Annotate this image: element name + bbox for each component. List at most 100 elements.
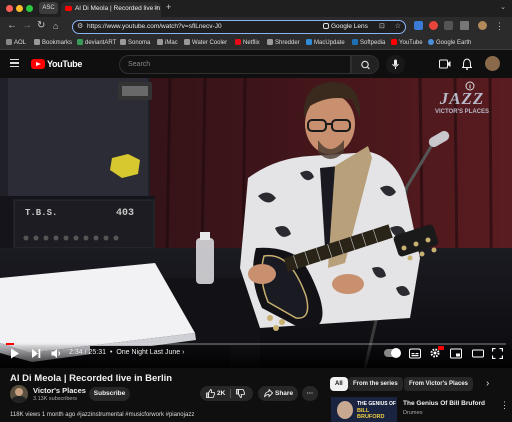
folder-icon [267,39,273,45]
youtube-icon [391,39,397,45]
chip-from-victors-places[interactable]: From Victor's Places [404,377,474,391]
chips-next-chevron-icon[interactable]: › [486,377,489,391]
youtube-favicon-icon [65,6,72,11]
play-icon[interactable] [10,348,20,359]
sidebar-icon[interactable] [460,21,469,30]
extensions-puzzle-icon[interactable] [444,21,453,30]
voice-search-button[interactable] [386,55,405,74]
like-count[interactable]: 2K [217,386,225,401]
extension-blue-icon[interactable] [414,21,423,30]
bookmark-deviantart[interactable]: deviantART [77,38,116,48]
thumb-face [337,401,353,419]
chapter-chevron-icon[interactable]: › [182,349,184,356]
new-tab-icon[interactable]: + [166,2,171,12]
chip-all[interactable]: All [330,377,348,391]
tab-asc[interactable]: ASC [39,2,58,14]
aol-icon [6,39,12,45]
subscriber-count: 3.13K subscribers [33,396,78,402]
hd-badge [438,346,444,350]
chip-from-series[interactable]: From the series [348,377,403,391]
share-button[interactable]: Share [258,386,298,401]
site-info-icon[interactable]: ⚙ [77,21,83,32]
bookmark-aol[interactable]: AOL [6,38,26,48]
url-text[interactable]: https://www.youtube.com/watch?v=sflLnecv… [87,21,222,32]
browser-menu-icon[interactable]: ⋮ [495,19,504,33]
create-video-icon[interactable] [439,59,451,69]
bookmark-sonoma[interactable]: Sonoma [120,38,150,48]
video-player[interactable]: JAZZ VICTOR'S PLACES T.B.S. 403 [0,78,512,368]
browser-chrome: ASC Al Di Meola | Recorded live in × + ⌄… [0,0,512,50]
bookmark-google-earth[interactable]: Google Earth [428,38,471,48]
channel-avatar[interactable] [10,385,28,403]
zoom-window-icon[interactable] [26,5,33,12]
reload-icon[interactable]: ↻ [37,19,45,33]
bookmark-water-cooler[interactable]: Water Cooler [184,38,227,48]
channel-name[interactable]: Victor's Places [33,386,86,395]
recommended-more-icon[interactable]: ⋮ [500,400,509,410]
like-dislike-group: 2K [200,386,253,401]
close-tab-icon[interactable]: × [154,2,158,15]
recommended-video-thumbnail[interactable]: THE GENIUS OF BILL BRUFORD [331,397,397,422]
bookmark-imac[interactable]: iMac [157,38,178,48]
recommended-video-title[interactable]: The Genius Of Bill Bruford [403,400,485,407]
video-title: Al Di Meola | Recorded live in Berlin [10,373,173,384]
minimize-window-icon[interactable] [16,5,23,12]
volume-icon[interactable] [51,348,62,359]
bookmark-netflix[interactable]: Netflix [235,38,260,48]
install-app-icon[interactable]: ⊡ [379,21,385,32]
like-thumb-icon[interactable] [206,389,215,398]
close-window-icon[interactable] [6,5,13,12]
home-icon[interactable]: ⌂ [53,19,58,33]
subscribe-button[interactable]: Subscribe [89,387,130,401]
avatar-body [12,396,26,403]
bookmark-softpedia[interactable]: Softpedia [352,38,385,48]
more-actions-button[interactable]: ··· [302,386,318,401]
netflix-icon [235,39,241,45]
bookmarks-bar: AOL Bookmarks deviantART Sonoma iMac Wat… [0,36,512,50]
amp-label: T.B.S. [25,208,58,218]
google-earth-icon [428,39,434,45]
google-lens-button[interactable]: Google Lens [323,21,368,32]
watermark-jazz: JAZZ [439,89,485,108]
search-icon [361,60,370,70]
address-bar[interactable]: ⚙ https://www.youtube.com/watch?v=sflLne… [72,20,406,34]
tab-youtube-active[interactable]: Al Di Meola | Recorded live in × [61,2,161,17]
account-avatar[interactable] [485,56,500,71]
bookmark-folder-bookmarks[interactable]: Bookmarks [34,38,72,48]
back-icon[interactable]: ← [7,19,17,33]
progress-bar[interactable] [6,343,506,345]
notifications-bell-icon[interactable] [462,58,472,70]
amp-number: 403 [116,208,135,219]
profile-avatar[interactable] [478,21,487,30]
dislike-thumb-icon[interactable] [236,389,245,398]
autoplay-toggle[interactable] [384,348,401,358]
bookmark-shredder[interactable]: Shredder [267,38,300,48]
fullscreen-icon[interactable] [492,348,503,359]
menu-icon[interactable] [10,59,19,67]
subtitles-icon[interactable] [409,348,421,359]
channel-watermark: JAZZ VICTOR'S PLACES [432,90,492,116]
watermark-subtitle: VICTOR'S PLACES [435,109,489,115]
tab-search-icon[interactable]: ⌄ [500,3,506,11]
video-details: Al Di Meola | Recorded live in Berlin Vi… [0,368,512,422]
search-placeholder: Search [128,61,151,68]
bookmark-youtube[interactable]: YouTube [391,38,423,48]
description-snippet[interactable]: 118K views 1 month ago #jazzinstrumental… [10,412,194,418]
extension-red-icon[interactable] [429,21,438,30]
bookmark-macupdate[interactable]: MacUpdate [306,38,345,48]
recommended-video-channel[interactable]: Drumeo [403,410,423,416]
chapter-title[interactable]: One Night Last June [116,349,180,356]
search-button[interactable] [351,55,379,74]
forward-icon[interactable]: → [22,19,32,33]
miniplayer-icon[interactable] [450,348,462,359]
microphone-icon [392,59,399,69]
youtube-logo-text: YouTube [47,59,83,69]
next-video-icon[interactable] [31,348,41,359]
share-icon [264,389,273,398]
thumb-text-2: BILL BRUFORD [357,408,385,420]
progress-played [6,343,14,345]
search-input[interactable]: Search [119,55,351,74]
bookmark-star-icon[interactable]: ☆ [395,21,401,32]
theater-mode-icon[interactable] [472,348,484,359]
thumb-text-1: THE GENIUS OF [357,401,396,407]
